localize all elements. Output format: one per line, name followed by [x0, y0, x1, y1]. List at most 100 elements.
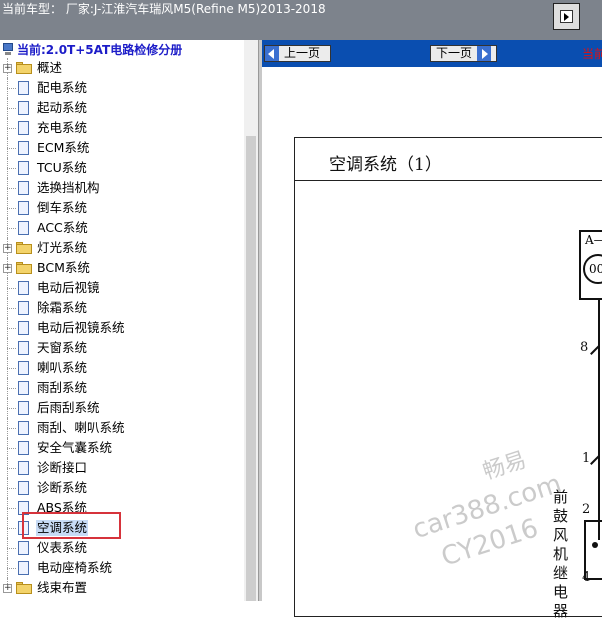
document-icon [18, 161, 29, 175]
document-icon [18, 441, 29, 455]
tree-folder-10[interactable]: + BCM系统 [0, 258, 244, 278]
diagram-viewer: 上一页 下一页 当前 空调系统（1） [262, 40, 602, 617]
tree-item-21[interactable]: 诊断系统 [0, 478, 244, 498]
component-label: A— [585, 233, 602, 247]
tree-connector [7, 528, 16, 529]
tree-item-20[interactable]: 诊断接口 [0, 458, 244, 478]
tree-item-19[interactable]: 安全气囊系统 [0, 438, 244, 458]
page-nav-bar: 上一页 下一页 当前 [262, 40, 602, 67]
document-icon [18, 481, 29, 495]
document-icon [18, 401, 29, 415]
document-icon [18, 341, 29, 355]
tree-folder-0[interactable]: + 概述 [0, 58, 244, 78]
tree-item-label: 喇叭系统 [37, 360, 88, 375]
tree-connector [7, 88, 16, 89]
tree-item-label: 配电系统 [37, 80, 88, 95]
tree-scrollbar[interactable] [244, 40, 258, 601]
expand-icon[interactable]: + [3, 584, 12, 593]
tree-item-label: 选换挡机构 [37, 180, 100, 195]
tree-item-label: 除霜系统 [37, 300, 88, 315]
tree-item-label: 灯光系统 [37, 240, 88, 255]
folder-icon [16, 582, 32, 594]
tree-connector [7, 428, 16, 429]
document-icon [18, 421, 29, 435]
tree-connector [7, 328, 16, 329]
tree-folder-26[interactable]: + 线束布置 [0, 578, 244, 598]
tree-item-3[interactable]: 充电系统 [0, 118, 244, 138]
next-page-button[interactable]: 下一页 [430, 45, 497, 62]
tree-item-4[interactable]: ECM系统 [0, 138, 244, 158]
tree-item-11[interactable]: 电动后视镜 [0, 278, 244, 298]
tree-root[interactable]: 当前:2.0T+5AT电路检修分册 [2, 40, 182, 58]
tree-folder-9[interactable]: + 灯光系统 [0, 238, 244, 258]
component-circle: 00 [583, 254, 602, 284]
document-icon [18, 561, 29, 575]
tree-connector [7, 308, 16, 309]
document-icon [18, 221, 29, 235]
tree-connector [7, 228, 16, 229]
document-icon [18, 101, 29, 115]
document-icon [18, 181, 29, 195]
tree-item-13[interactable]: 电动后视镜系统 [0, 318, 244, 338]
wiring-diagram: 空调系统（1） [262, 67, 602, 617]
tree-item-label: 线束布置 [37, 580, 88, 595]
tree-item-24[interactable]: 仪表系统 [0, 538, 244, 558]
tree-item-label: 后雨刮系统 [37, 400, 100, 415]
current-page-label: 当前 [582, 47, 602, 61]
tree-connector [7, 288, 16, 289]
tree-item-label: ACC系统 [37, 220, 88, 235]
tree-item-8[interactable]: ACC系统 [0, 218, 244, 238]
tree-item-label: 电动后视镜系统 [37, 320, 125, 335]
tree-item-label: 安全气囊系统 [37, 440, 113, 455]
tree-item-5[interactable]: TCU系统 [0, 158, 244, 178]
tree-item-label: 仪表系统 [37, 540, 88, 555]
tree-item-label: 倒车系统 [37, 200, 88, 215]
tree-connector [7, 108, 16, 109]
tree-item-label: 天窗系统 [37, 340, 88, 355]
arrow-left-icon [265, 46, 279, 61]
tree-connector [7, 188, 16, 189]
tree-connector [7, 348, 16, 349]
relay-dot [592, 542, 598, 548]
computer-icon [2, 42, 14, 56]
tree-item-label: 雨刮、喇叭系统 [37, 420, 125, 435]
tree-item-15[interactable]: 喇叭系统 [0, 358, 244, 378]
pin-8-label: 8 [580, 340, 589, 355]
scrollbar-thumb[interactable] [246, 136, 256, 601]
document-icon [18, 381, 29, 395]
tree-connector [7, 368, 16, 369]
document-icon [18, 121, 29, 135]
tree-item-1[interactable]: 配电系统 [0, 78, 244, 98]
expand-icon[interactable]: + [3, 244, 12, 253]
window-title: 当前车型： 厂家:J-江淮汽车瑞风M5(Refine M5)2013-2018 [2, 2, 326, 16]
tree-item-2[interactable]: 起动系统 [0, 98, 244, 118]
expand-icon[interactable]: + [3, 264, 12, 273]
tree-connector [7, 128, 16, 129]
expand-icon[interactable]: + [3, 64, 12, 73]
tree-connector [7, 148, 16, 149]
tree-item-12[interactable]: 除霜系统 [0, 298, 244, 318]
ac-component-box: A— 00 [579, 230, 602, 300]
tree-connector [7, 208, 16, 209]
tree-item-6[interactable]: 选换挡机构 [0, 178, 244, 198]
tree-item-17[interactable]: 后雨刮系统 [0, 398, 244, 418]
tree-item-25[interactable]: 电动座椅系统 [0, 558, 244, 578]
tree-item-16[interactable]: 雨刮系统 [0, 378, 244, 398]
document-icon [18, 281, 29, 295]
pin-1-label: 1 [582, 451, 591, 466]
tree-connector [7, 168, 16, 169]
toggle-panel-button[interactable] [553, 3, 580, 30]
tree-item-7[interactable]: 倒车系统 [0, 198, 244, 218]
diagram-title: 空调系统（1） [329, 155, 442, 175]
document-icon [18, 461, 29, 475]
wire-line [598, 300, 600, 540]
play-icon [560, 10, 573, 23]
folder-icon [16, 242, 32, 254]
tree-connector [7, 488, 16, 489]
document-icon [18, 201, 29, 215]
prev-page-button[interactable]: 上一页 [264, 45, 331, 62]
tree-item-18[interactable]: 雨刮、喇叭系统 [0, 418, 244, 438]
tree-item-14[interactable]: 天窗系统 [0, 338, 244, 358]
tree-item-label: 诊断接口 [37, 460, 88, 475]
document-icon [18, 541, 29, 555]
